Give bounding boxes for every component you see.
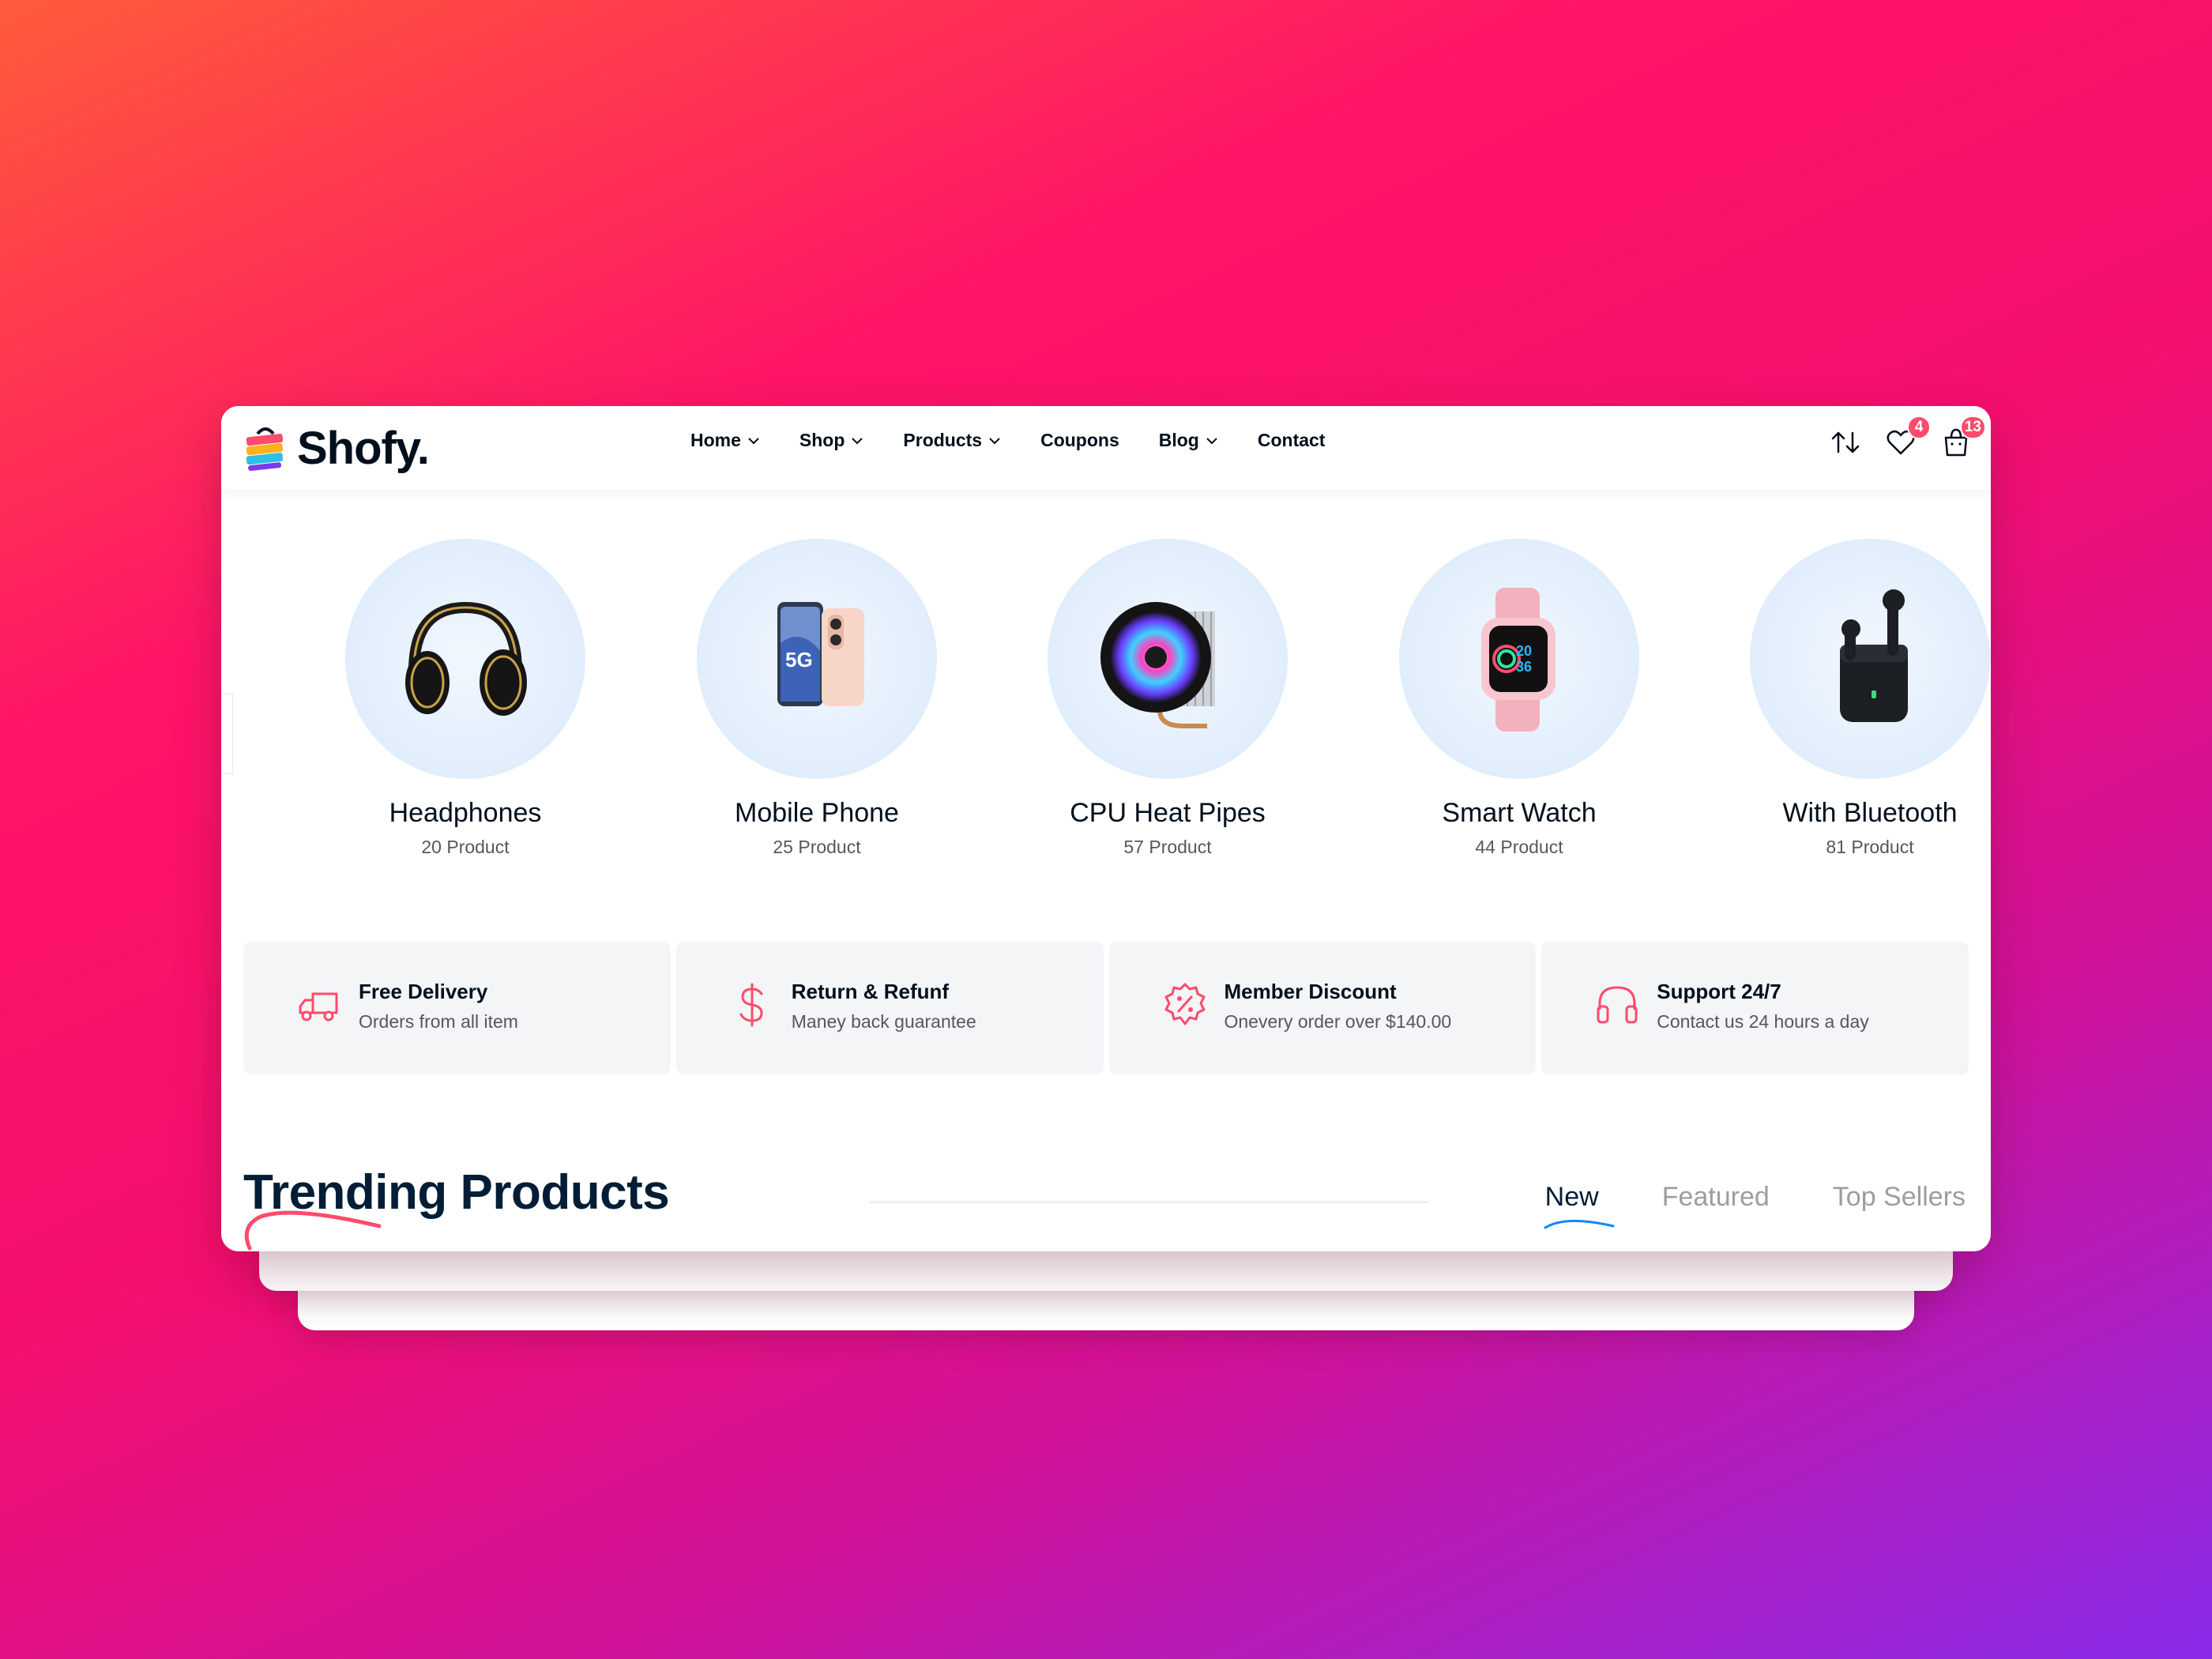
category-count: 20 Product bbox=[421, 837, 510, 857]
wishlist-button[interactable]: 4 bbox=[1883, 416, 1931, 460]
category-count: 44 Product bbox=[1475, 837, 1563, 857]
category-item-headphones[interactable]: Headphones 20 Product bbox=[307, 539, 623, 858]
category-count: 57 Product bbox=[1123, 837, 1212, 857]
nav-item-home[interactable]: Home bbox=[690, 430, 760, 451]
nav-item-label: Shop bbox=[799, 430, 845, 450]
category-item-smart-watch[interactable]: 20 36 Smart Watch 44 Product bbox=[1361, 539, 1677, 858]
category-image bbox=[345, 539, 585, 779]
category-title: With Bluetooth bbox=[1782, 798, 1958, 828]
chevron-down-icon bbox=[748, 437, 759, 444]
svg-text:20: 20 bbox=[1516, 643, 1532, 659]
feature-strip: Free Delivery Orders from all item Retur… bbox=[243, 942, 1969, 1074]
feature-title: Return & Refunf bbox=[791, 980, 950, 1003]
feature-subtitle: Orders from all item bbox=[359, 1011, 518, 1032]
feature-title: Support 24/7 bbox=[1657, 980, 1781, 1003]
earbuds-icon bbox=[1840, 589, 1908, 722]
chevron-down-icon bbox=[1206, 437, 1217, 444]
main-nav: Home Shop Products Coupons Blog Contact bbox=[690, 430, 1325, 451]
feature-free-delivery: Free Delivery Orders from all item bbox=[243, 942, 671, 1074]
category-item-with-bluetooth[interactable]: With Bluetooth 81 Product bbox=[1712, 539, 1991, 858]
nav-item-blog[interactable]: Blog bbox=[1159, 430, 1218, 451]
tab-featured[interactable]: Featured bbox=[1662, 1182, 1770, 1213]
svg-text:36: 36 bbox=[1516, 659, 1532, 675]
cart-count-badge: 13 bbox=[1959, 416, 1986, 439]
nav-item-contact[interactable]: Contact bbox=[1258, 430, 1326, 451]
category-list: Headphones 20 Product 5G Mobile Phone 25… bbox=[221, 539, 1991, 857]
category-count: 25 Product bbox=[773, 837, 861, 857]
tab-label: New bbox=[1544, 1182, 1599, 1212]
compare-button[interactable] bbox=[1828, 425, 1863, 460]
tab-label: Featured bbox=[1661, 1182, 1770, 1212]
category-count: 81 Product bbox=[1826, 837, 1914, 857]
svg-text:5G: 5G bbox=[785, 648, 813, 672]
feature-subtitle: Contact us 24 hours a day bbox=[1657, 1011, 1869, 1032]
compare-icon bbox=[1831, 431, 1860, 453]
feature-return-refund: Return & Refunf Maney back guarantee bbox=[675, 942, 1104, 1074]
header-actions: 4 13 bbox=[1808, 416, 1986, 460]
feature-member-discount: Member Discount Onevery order over $140.… bbox=[1108, 942, 1537, 1074]
title-underline-decoration bbox=[244, 1210, 382, 1251]
category-image bbox=[1048, 539, 1288, 779]
category-title: Mobile Phone bbox=[735, 798, 899, 828]
tab-top-sellers[interactable]: Top Sellers bbox=[1833, 1182, 1966, 1213]
nav-item-coupons[interactable]: Coupons bbox=[1040, 430, 1119, 451]
product-tabs: New Featured Top Sellers bbox=[1482, 1182, 1966, 1229]
category-title: Headphones bbox=[389, 798, 542, 828]
nav-item-label: Blog bbox=[1158, 430, 1199, 450]
category-title: Smart Watch bbox=[1442, 798, 1597, 828]
shopping-bag-logo-icon bbox=[246, 427, 284, 471]
nav-item-label: Contact bbox=[1257, 430, 1326, 450]
site-header: Shofy. Home Shop Products Coupons Blog C… bbox=[221, 406, 1991, 490]
brand-logo[interactable]: Shofy. bbox=[242, 420, 430, 476]
feature-title: Member Discount bbox=[1224, 980, 1397, 1003]
tab-active-underline bbox=[1544, 1220, 1615, 1229]
category-item-cpu-heat-pipes[interactable]: CPU Heat Pipes 57 Product bbox=[1010, 539, 1326, 858]
chevron-down-icon bbox=[989, 437, 1000, 444]
category-image: 5G bbox=[697, 539, 937, 779]
cart-button[interactable]: 13 bbox=[1939, 416, 1986, 460]
section-divider bbox=[869, 1201, 1428, 1203]
feature-support: Support 24/7 Contact us 24 hours a day bbox=[1541, 942, 1969, 1074]
feature-title: Free Delivery bbox=[359, 980, 488, 1003]
category-image bbox=[1750, 539, 1990, 779]
dollar-icon bbox=[739, 983, 763, 1027]
nav-item-shop[interactable]: Shop bbox=[799, 430, 864, 451]
nav-item-products[interactable]: Products bbox=[903, 430, 1001, 451]
discount-badge-icon bbox=[1164, 983, 1205, 1025]
category-item-mobile-phone[interactable]: 5G Mobile Phone 25 Product bbox=[659, 539, 975, 858]
nav-item-label: Home bbox=[690, 430, 741, 450]
card-stack-shadow-middle bbox=[259, 1250, 1953, 1291]
brand-name: Shofy. bbox=[297, 422, 430, 474]
nav-item-label: Products bbox=[903, 430, 983, 450]
cpu-cooler-icon bbox=[1100, 602, 1215, 728]
wishlist-count-badge: 4 bbox=[1907, 416, 1931, 439]
nav-item-label: Coupons bbox=[1040, 430, 1119, 450]
feature-subtitle: Onevery order over $140.00 bbox=[1224, 1011, 1452, 1032]
mobile-phone-icon: 5G bbox=[777, 602, 864, 706]
headphones-icon bbox=[405, 601, 527, 716]
delivery-truck-icon bbox=[299, 992, 338, 1021]
browser-window: Shofy. Home Shop Products Coupons Blog C… bbox=[221, 406, 1991, 1251]
smart-watch-icon: 20 36 bbox=[1481, 588, 1556, 732]
tab-new[interactable]: New bbox=[1544, 1182, 1615, 1229]
category-image: 20 36 bbox=[1399, 539, 1639, 779]
category-title: CPU Heat Pipes bbox=[1070, 798, 1266, 828]
tab-label: Top Sellers bbox=[1832, 1182, 1966, 1212]
headset-icon bbox=[1597, 986, 1638, 1024]
feature-subtitle: Maney back guarantee bbox=[791, 1011, 976, 1032]
chevron-down-icon bbox=[852, 437, 863, 444]
